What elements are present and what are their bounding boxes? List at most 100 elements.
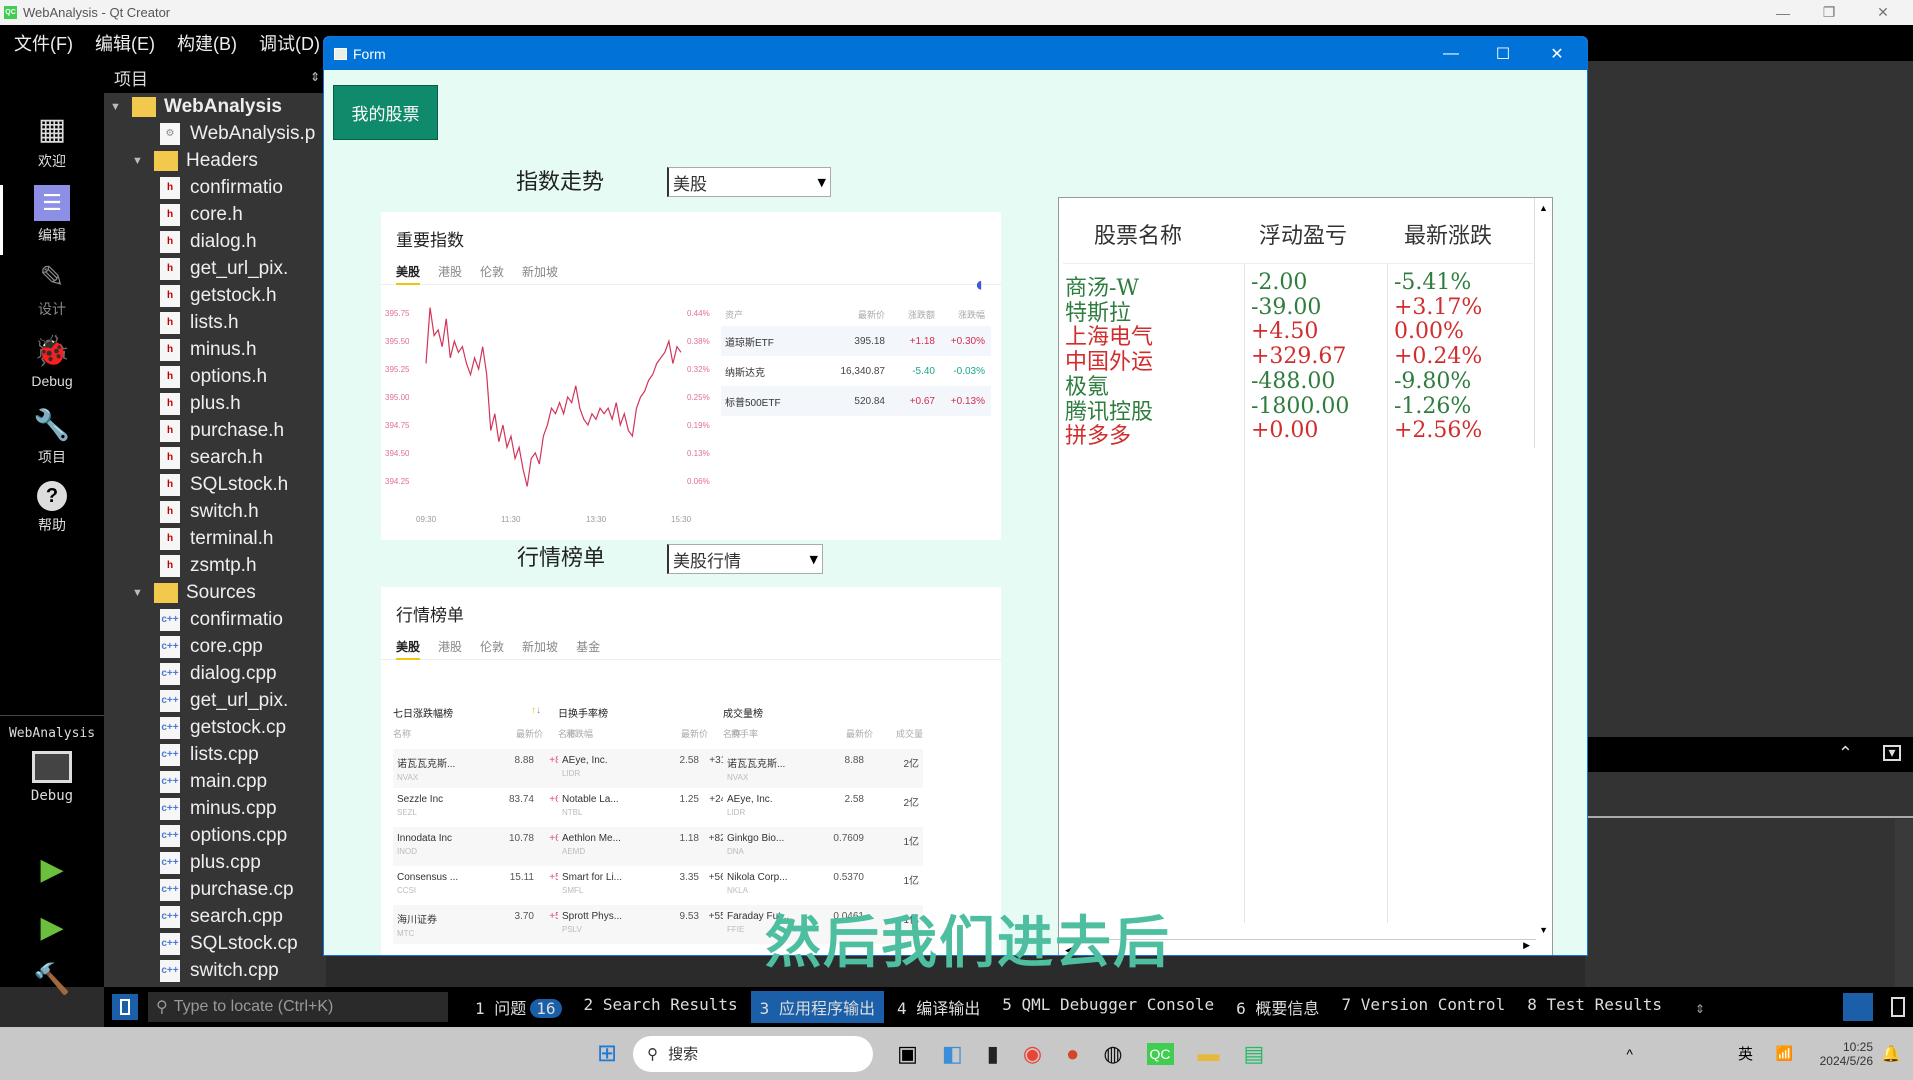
tree-folder-sources[interactable]: ▼ Sources: [104, 579, 326, 606]
tree-item-source[interactable]: c++ plus.cpp: [104, 849, 326, 876]
mode-edit[interactable]: ☰ 编辑: [0, 185, 104, 255]
minimize-button[interactable]: —: [1760, 0, 1806, 25]
scroll-right-icon[interactable]: ▶: [1523, 940, 1530, 951]
index-row[interactable]: 纳斯达克 16,340.87 -5.40 -0.03%: [721, 356, 991, 386]
rank-tab-fund[interactable]: 基金: [576, 638, 600, 659]
tree-item-header[interactable]: h zsmtp.h: [104, 552, 326, 579]
ime-indicator[interactable]: 英: [1738, 1043, 1753, 1064]
app-icon-1[interactable]: ◧: [942, 1041, 963, 1067]
tree-item-source[interactable]: c++ main.cpp: [104, 768, 326, 795]
rank-tab-london[interactable]: 伦敦: [480, 638, 504, 659]
right-sidebar-toggle[interactable]: [1891, 997, 1905, 1017]
index-tab-hk[interactable]: 港股: [438, 263, 462, 284]
tree-item-source[interactable]: c++ confirmatio: [104, 606, 326, 633]
toggle-sidebar-button[interactable]: [112, 994, 138, 1020]
col-header-pnl[interactable]: 浮动盈亏: [1259, 218, 1347, 250]
tree-item-header[interactable]: h purchase.h: [104, 417, 326, 444]
tree-item-header[interactable]: h SQLstock.h: [104, 471, 326, 498]
tree-item-header[interactable]: h core.h: [104, 201, 326, 228]
powerpoint-icon[interactable]: ●: [1066, 1041, 1079, 1067]
tree-item-header[interactable]: h plus.h: [104, 390, 326, 417]
tree-folder-headers[interactable]: ▼ Headers: [104, 147, 326, 174]
index-row[interactable]: 标普500ETF 520.84 +0.67 +0.13%: [721, 386, 991, 416]
tree-item-header[interactable]: h confirmatio: [104, 174, 326, 201]
tree-root[interactable]: ▼ WebAnalysis: [104, 93, 326, 120]
chevron-up-icon[interactable]: ⌃: [1838, 743, 1853, 764]
tree-item-header[interactable]: h getstock.h: [104, 282, 326, 309]
mode-welcome[interactable]: ▦ 欢迎: [0, 111, 104, 171]
tree-item-source[interactable]: c++ dialog.cpp: [104, 660, 326, 687]
qt-creator-taskbar-icon[interactable]: QC: [1146, 1042, 1174, 1065]
output-tab[interactable]: 1 问题 16: [466, 991, 571, 1023]
tree-item-source[interactable]: c++ options.cpp: [104, 822, 326, 849]
run-button[interactable]: ▶: [0, 851, 104, 891]
output-tab[interactable]: 5 QML Debugger Console: [993, 991, 1223, 1023]
locator-input[interactable]: ⚲ Type to locate (Ctrl+K): [148, 992, 448, 1022]
sort-icon[interactable]: ⇕: [310, 70, 320, 84]
tree-item-header[interactable]: h terminal.h: [104, 525, 326, 552]
index-tab-sg[interactable]: 新加坡: [522, 263, 558, 284]
tree-item-source[interactable]: c++ switch.cpp: [104, 957, 326, 984]
table-vscrollbar[interactable]: ▲: [1534, 198, 1552, 448]
output-tab[interactable]: 3 应用程序输出: [750, 991, 884, 1023]
index-row[interactable]: 道琼斯ETF 395.18 +1.18 +0.30%: [721, 326, 991, 356]
notification-icon[interactable]: 🔔: [1881, 1044, 1901, 1064]
form-maximize-button[interactable]: ☐: [1477, 37, 1529, 70]
output-tab[interactable]: 2 Search Results: [575, 991, 747, 1023]
notes-app-icon[interactable]: ▮: [987, 1041, 999, 1067]
scroll-down-icon[interactable]: ▼: [1539, 925, 1548, 935]
close-button[interactable]: ✕: [1860, 0, 1906, 25]
tree-item-header[interactable]: h dialog.h: [104, 228, 326, 255]
taskbar-search[interactable]: ⚲ 搜索: [633, 1035, 874, 1072]
tree-item-header[interactable]: h minus.h: [104, 336, 326, 363]
file-explorer-icon[interactable]: ▬: [1198, 1041, 1220, 1067]
output-tab[interactable]: 4 编译输出: [888, 991, 989, 1023]
tree-item-header[interactable]: h options.h: [104, 363, 326, 390]
tree-item-source[interactable]: c++ getstock.cp: [104, 714, 326, 741]
market-combo[interactable]: 美股 ▼: [667, 167, 831, 197]
debug-run-button[interactable]: ▶: [0, 909, 104, 949]
rank-row[interactable]: 诺瓦瓦克斯... NVAX 8.88 2亿: [723, 749, 923, 788]
tree-item-header[interactable]: h search.h: [104, 444, 326, 471]
output-tab[interactable]: 7 Version Control: [1332, 991, 1514, 1023]
obs-icon[interactable]: ◍: [1103, 1041, 1122, 1067]
tree-item-pro[interactable]: ⚙ WebAnalysis.p: [104, 120, 326, 147]
maximize-pane-icon[interactable]: ▾: [1883, 745, 1901, 761]
menu-build[interactable]: 构建(B): [177, 30, 237, 56]
tree-item-source[interactable]: c++ SQLstock.cp: [104, 930, 326, 957]
col-header-change[interactable]: 最新涨跌: [1404, 218, 1492, 250]
col-header-name[interactable]: 股票名称: [1094, 218, 1182, 250]
tree-item-source[interactable]: c++ purchase.cp: [104, 876, 326, 903]
tree-item-source[interactable]: c++ core.cpp: [104, 633, 326, 660]
rank-tab-sg[interactable]: 新加坡: [522, 638, 558, 659]
clock[interactable]: 10:25 2024/5/26: [1820, 1040, 1873, 1068]
kit-selector[interactable]: Debug: [0, 751, 104, 804]
index-tab-london[interactable]: 伦敦: [480, 263, 504, 284]
tree-item-header[interactable]: h get_url_pix.: [104, 255, 326, 282]
tree-item-header[interactable]: h switch.h: [104, 498, 326, 525]
sort-arrows-icon[interactable]: ↑↓: [531, 705, 541, 716]
task-view-icon[interactable]: ▣: [897, 1041, 918, 1067]
form-close-button[interactable]: ✕: [1531, 37, 1583, 70]
mode-design[interactable]: ✎ 设计: [0, 259, 104, 319]
chrome-icon[interactable]: ◉: [1023, 1041, 1042, 1067]
start-button[interactable]: ⊞: [597, 1039, 617, 1068]
form-app-icon[interactable]: ▤: [1244, 1041, 1265, 1067]
build-button[interactable]: 🔨: [0, 961, 104, 1001]
output-tab[interactable]: 6 概要信息: [1227, 991, 1328, 1023]
scroll-up-icon[interactable]: ▲: [1539, 203, 1548, 213]
rank-row[interactable]: Ginkgo Bio... DNA 0.7609 1亿: [723, 827, 923, 866]
restore-button[interactable]: ❐: [1806, 0, 1852, 25]
tree-item-source[interactable]: c++ lists.cpp: [104, 741, 326, 768]
mode-projects[interactable]: 🔧 项目: [0, 407, 104, 467]
tree-item-header[interactable]: h lists.h: [104, 309, 326, 336]
tray-chevron-icon[interactable]: ^: [1626, 1046, 1633, 1062]
wifi-icon[interactable]: 📶: [1776, 1045, 1793, 1062]
mode-debug[interactable]: 🐞 Debug: [0, 333, 104, 390]
my-stocks-button[interactable]: 我的股票: [333, 85, 438, 140]
tree-item-source[interactable]: c++ search.cpp: [104, 903, 326, 930]
rank-tab-us[interactable]: 美股: [396, 638, 421, 660]
more-tabs-icon[interactable]: ⇕: [1695, 998, 1705, 1017]
rank-market-combo[interactable]: 美股行情 ▼: [667, 544, 823, 574]
rank-tab-hk[interactable]: 港股: [438, 638, 462, 659]
